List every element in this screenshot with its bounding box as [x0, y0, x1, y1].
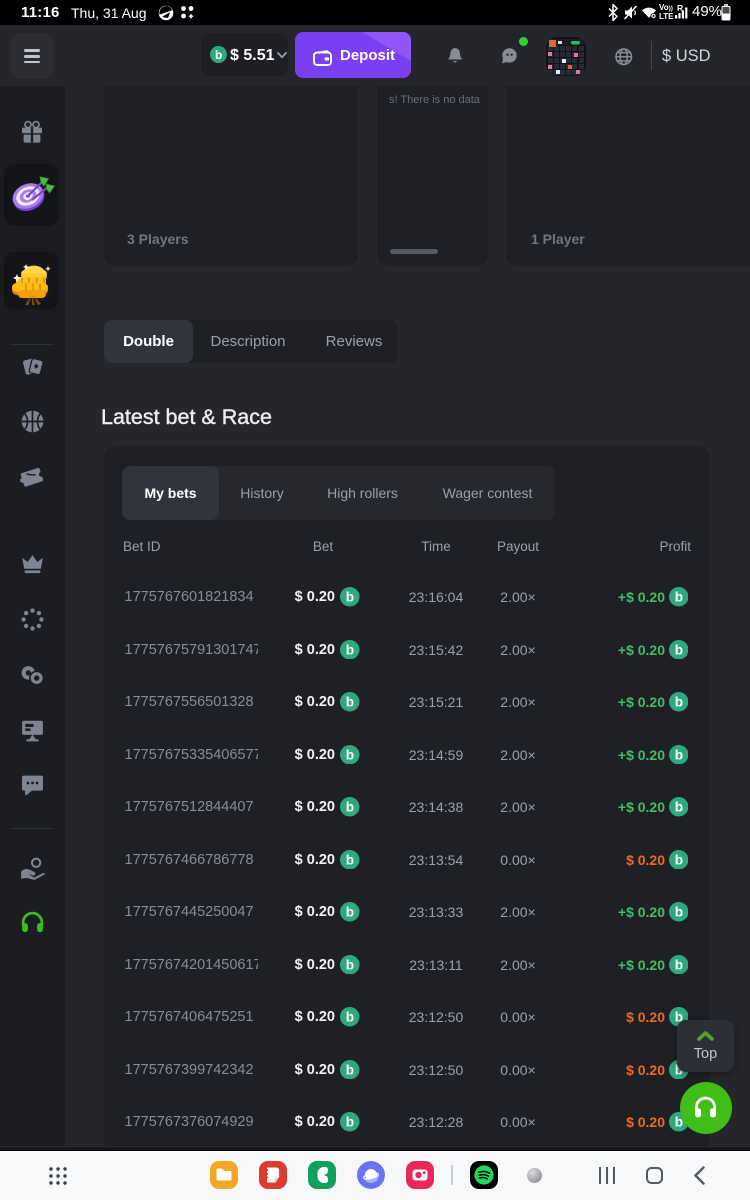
svg-text:b: b	[346, 695, 354, 710]
svg-text:b: b	[346, 905, 354, 920]
svg-text:b: b	[346, 1010, 354, 1025]
svg-text:b: b	[674, 852, 682, 867]
svg-text:b: b	[674, 642, 682, 657]
svg-text:b: b	[674, 905, 682, 920]
svg-text:b: b	[674, 957, 682, 972]
svg-text:b: b	[346, 1115, 354, 1130]
svg-text:b: b	[346, 590, 354, 605]
svg-text:b: b	[215, 47, 222, 61]
svg-text:b: b	[674, 800, 682, 815]
svg-text:b: b	[346, 957, 354, 972]
svg-text:b: b	[674, 747, 682, 762]
svg-text:b: b	[346, 852, 354, 867]
svg-text:b: b	[674, 590, 682, 605]
svg-text:b: b	[346, 747, 354, 762]
svg-text:b: b	[346, 642, 354, 657]
svg-text:b: b	[674, 695, 682, 710]
svg-text:b: b	[346, 1062, 354, 1077]
svg-text:b: b	[346, 800, 354, 815]
